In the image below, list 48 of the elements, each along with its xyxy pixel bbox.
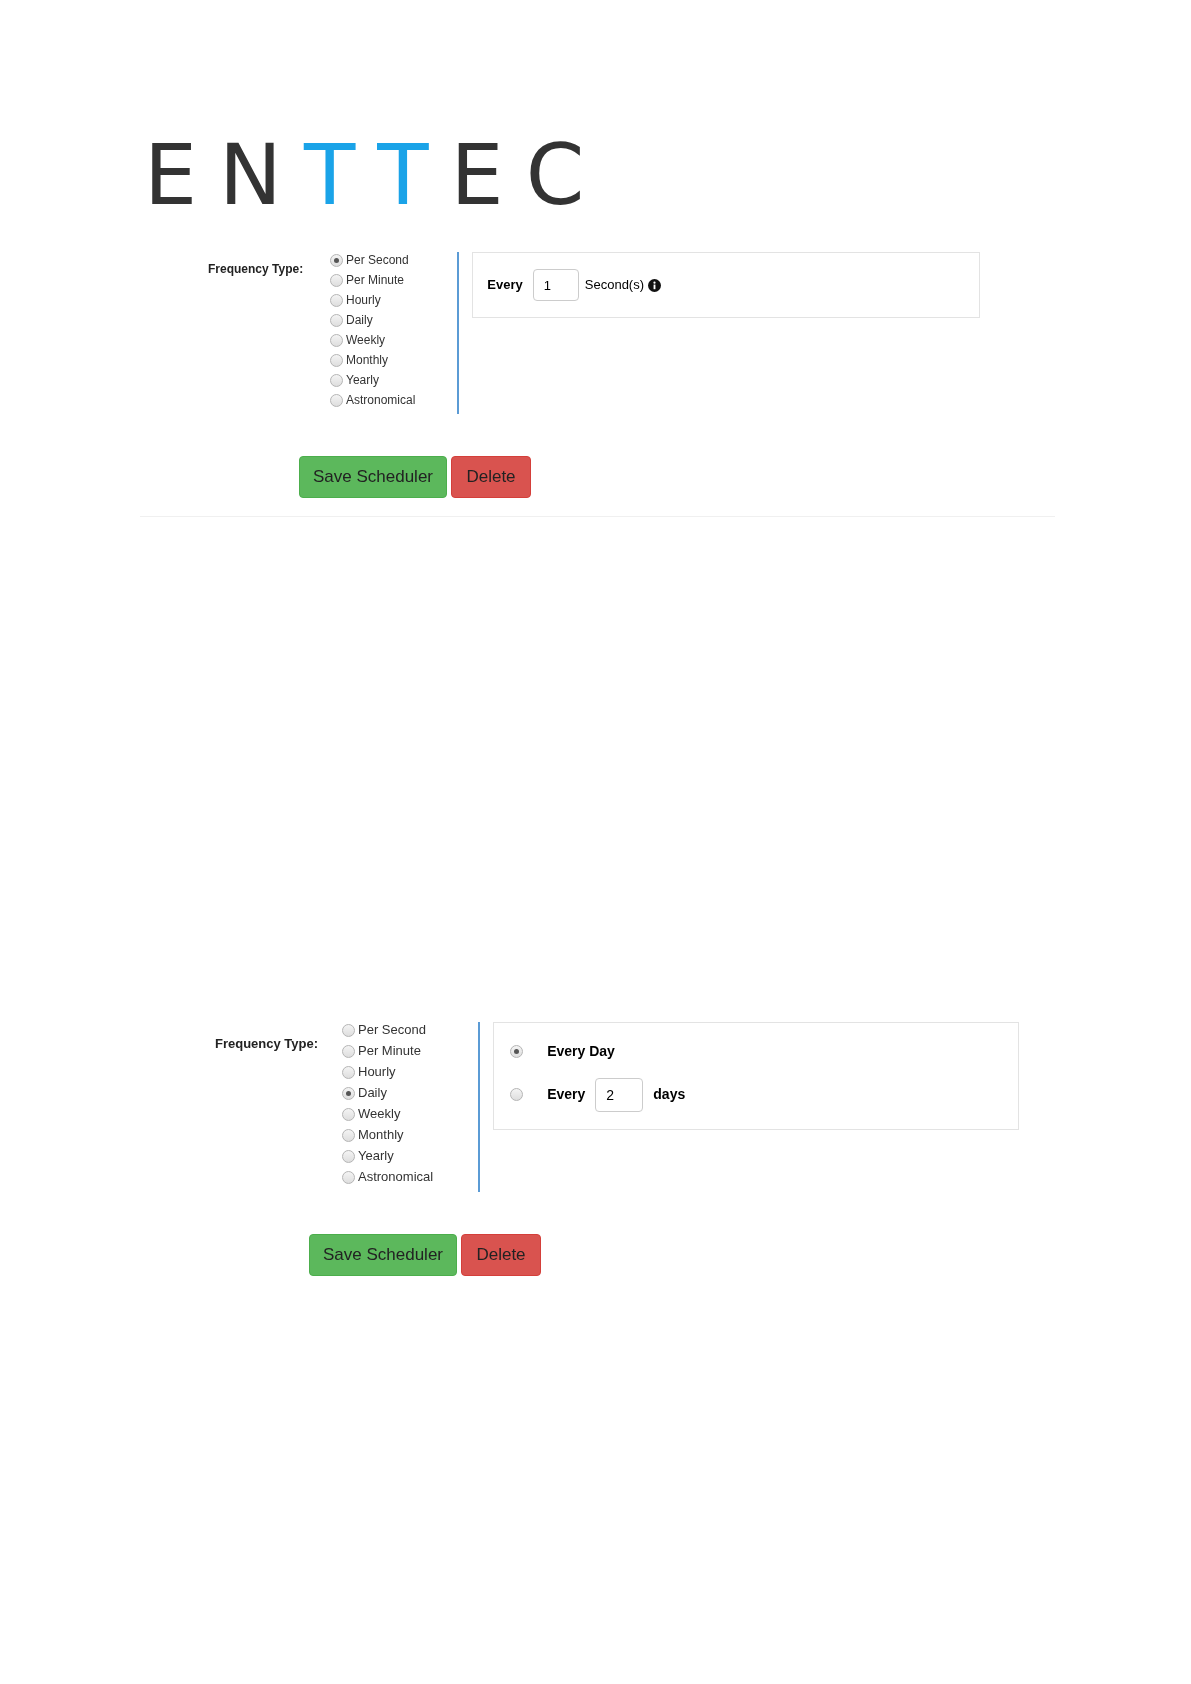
frequency-type-label: Frequency Type: xyxy=(208,261,305,278)
radio-button[interactable] xyxy=(342,1128,355,1142)
radio-button[interactable] xyxy=(330,333,343,347)
radio-button[interactable] xyxy=(342,1065,355,1079)
radio-button[interactable] xyxy=(342,1107,355,1121)
radio-button[interactable] xyxy=(510,1088,524,1101)
frequency-option[interactable]: Daily xyxy=(358,1085,387,1101)
frequency-option[interactable]: Per Minute xyxy=(346,272,405,288)
frequency-option[interactable]: Per Minute xyxy=(358,1043,421,1059)
frequency-option[interactable]: Weekly xyxy=(346,332,386,348)
radio-button[interactable] xyxy=(342,1170,355,1184)
enttec-logo: E N T T E C xyxy=(143,124,586,226)
radio-button[interactable] xyxy=(330,313,343,327)
frequency-option[interactable]: Monthly xyxy=(358,1127,404,1143)
radio-button[interactable] xyxy=(342,1086,355,1100)
radio-button[interactable] xyxy=(330,273,343,287)
radio-button[interactable] xyxy=(342,1149,355,1163)
frequency-option[interactable]: Daily xyxy=(346,312,373,328)
radio-button[interactable] xyxy=(330,373,343,387)
frequency-option[interactable]: Astronomical xyxy=(358,1169,434,1185)
frequency-option[interactable]: Hourly xyxy=(358,1064,396,1080)
every-label: Every xyxy=(487,276,523,295)
radio-button[interactable] xyxy=(510,1044,524,1058)
unit-label: days xyxy=(653,1085,686,1104)
radio-button[interactable] xyxy=(330,353,343,367)
frequency-option[interactable]: Astronomical xyxy=(346,392,416,408)
frequency-type-label: Frequency Type: xyxy=(215,1035,320,1053)
option-label: Every Day xyxy=(547,1041,615,1061)
option-label: Every xyxy=(547,1085,586,1104)
delete-button[interactable]: Delete xyxy=(461,1234,541,1276)
frequency-option[interactable]: Monthly xyxy=(346,352,389,368)
frequency-option[interactable]: Per Second xyxy=(358,1022,426,1038)
save-scheduler-button[interactable]: Save Scheduler xyxy=(309,1234,457,1276)
interval-field[interactable]: 2 xyxy=(595,1077,644,1112)
radio-button[interactable] xyxy=(342,1023,355,1037)
radio-button[interactable] xyxy=(330,293,343,307)
frequency-option[interactable]: Weekly xyxy=(358,1106,401,1122)
frequency-option[interactable]: Per Second xyxy=(346,252,409,268)
frequency-option[interactable]: Hourly xyxy=(346,292,381,308)
radio-button[interactable] xyxy=(330,393,343,407)
interval-field[interactable]: 1 xyxy=(532,269,579,301)
radio-button[interactable] xyxy=(342,1044,355,1058)
frequency-option[interactable]: Yearly xyxy=(358,1148,394,1164)
frequency-option[interactable]: Yearly xyxy=(346,372,379,388)
save-scheduler-button[interactable]: Save Scheduler xyxy=(299,456,447,498)
delete-button[interactable]: Delete xyxy=(451,456,531,498)
unit-label: Second(s) xyxy=(584,276,645,295)
radio-button[interactable] xyxy=(330,253,343,267)
